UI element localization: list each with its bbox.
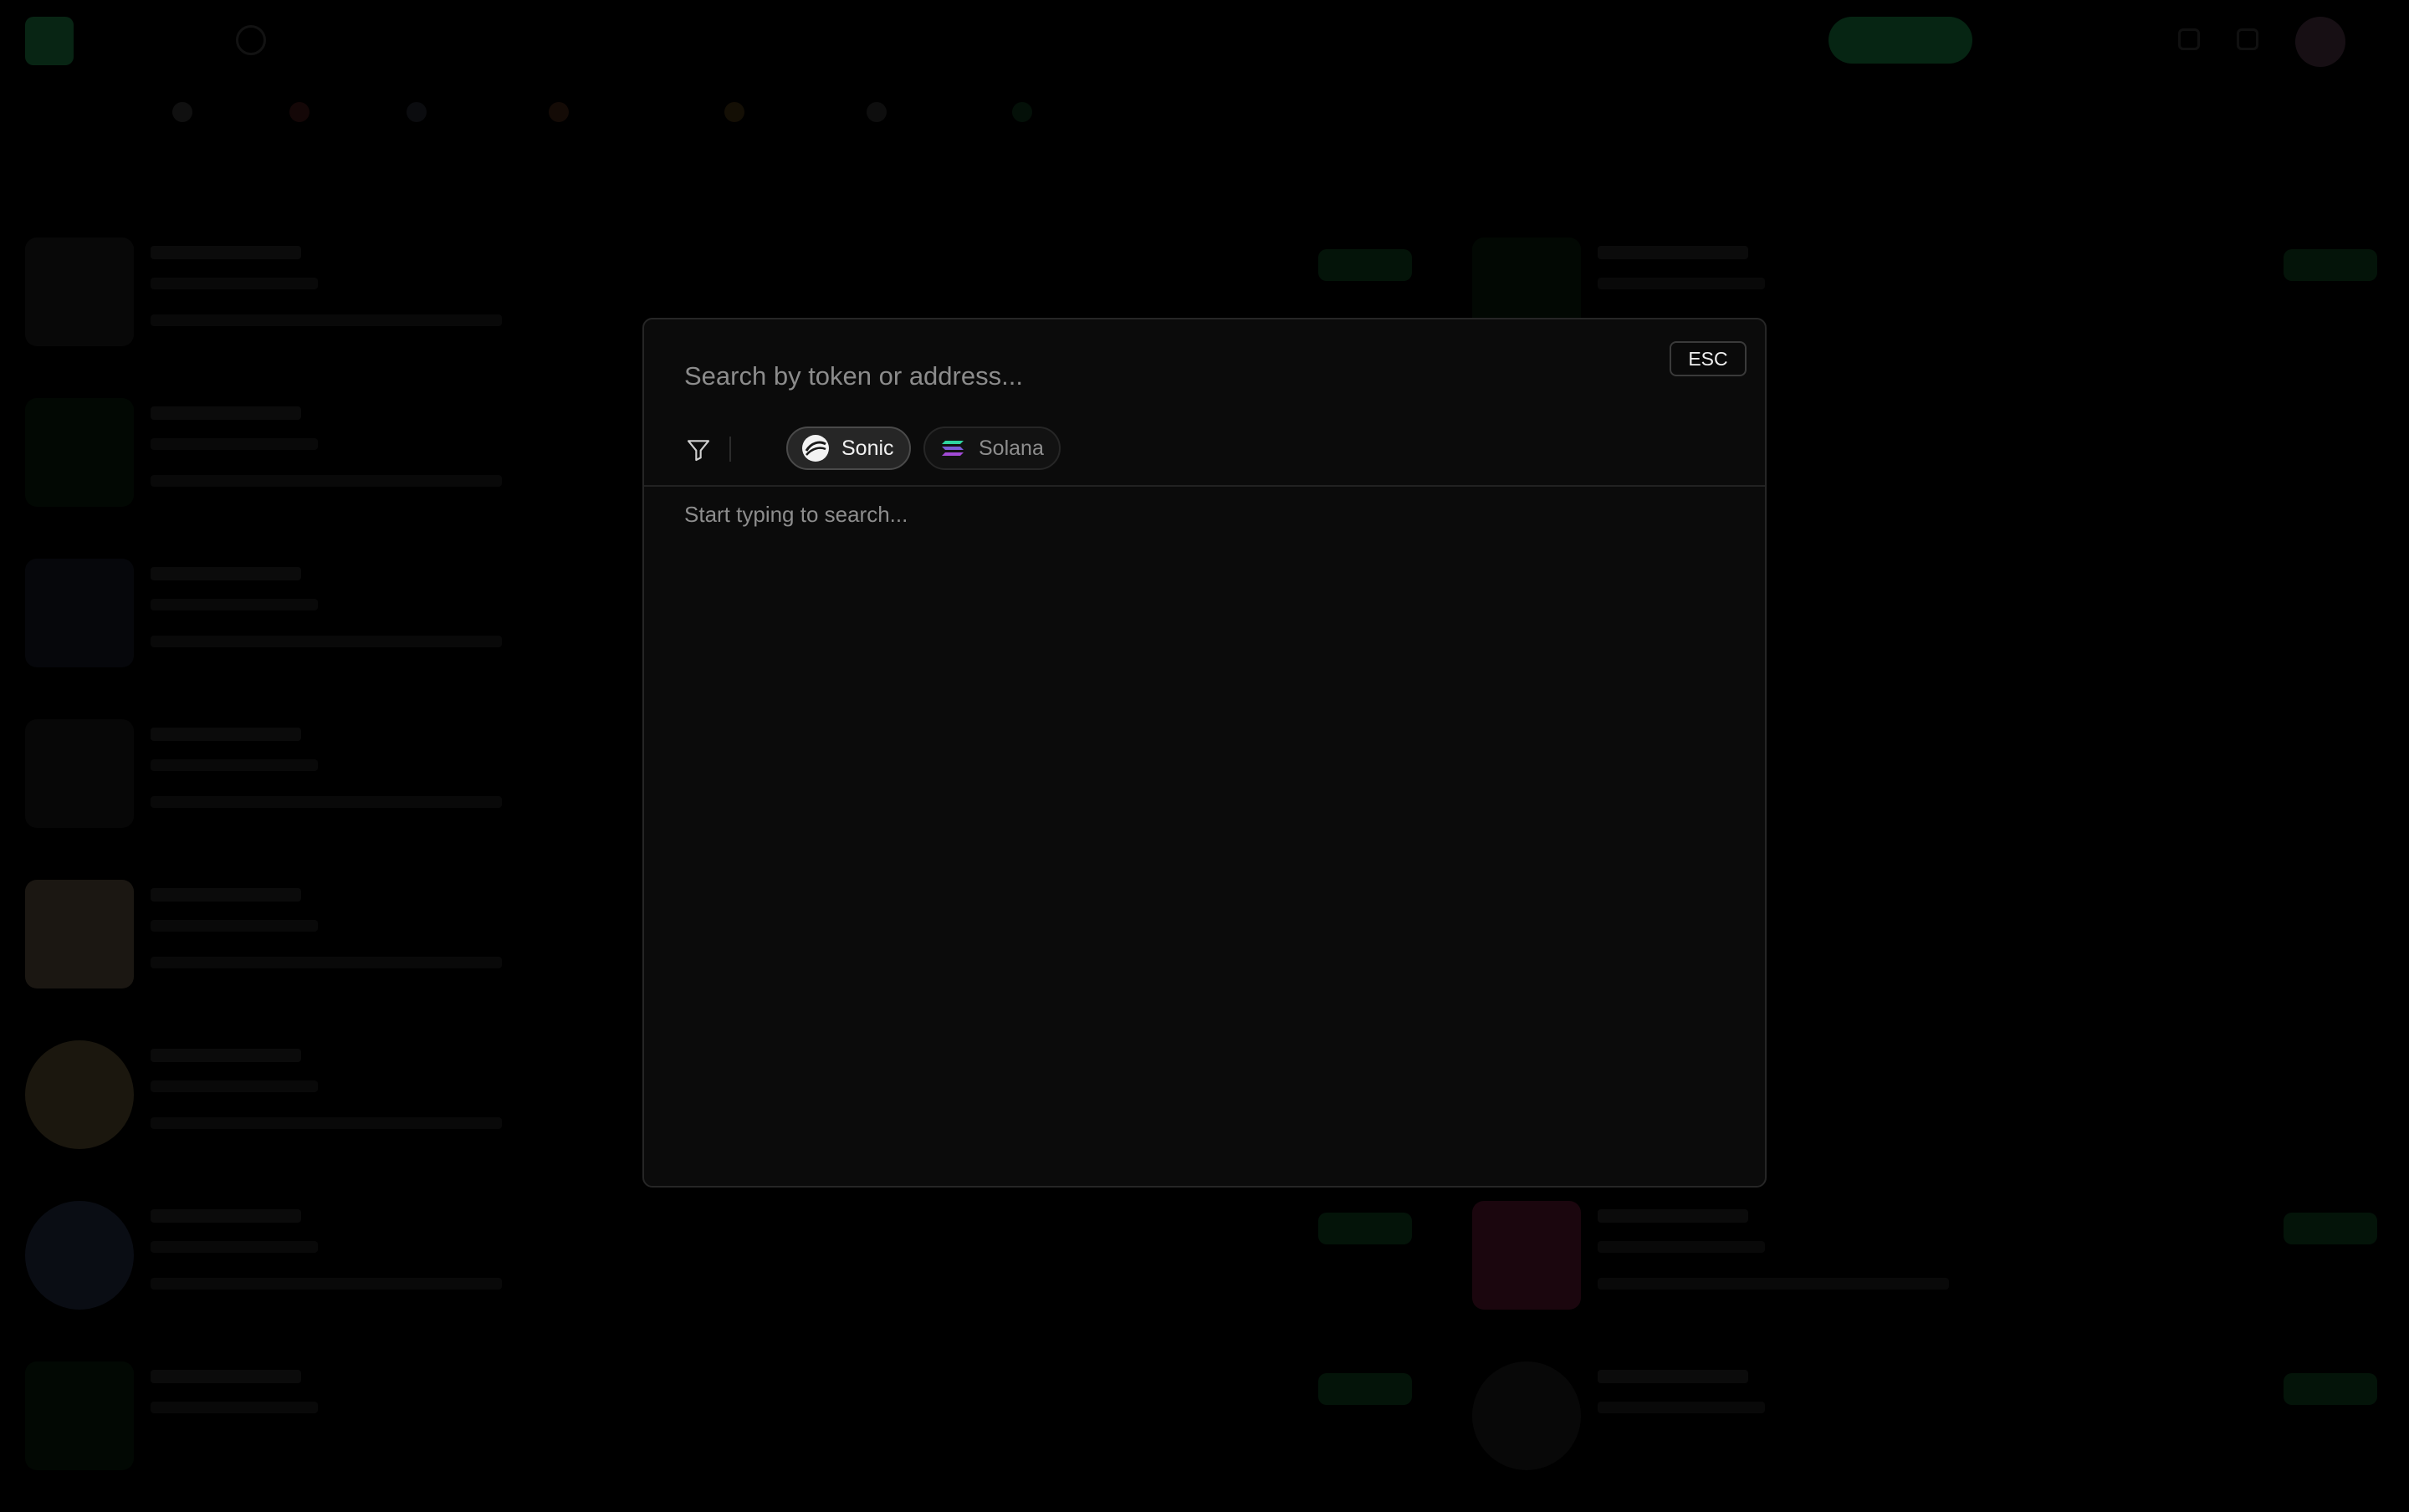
empty-state-hint: Start typing to search... (684, 502, 908, 527)
chain-chip-label: Sonic (841, 436, 894, 460)
chain-chip-sonic[interactable]: Sonic (786, 427, 911, 470)
sonic-icon (802, 435, 829, 462)
chain-chip-solana[interactable]: Solana (923, 427, 1061, 470)
chain-chip-label: Solana (979, 436, 1044, 460)
solana-icon (942, 441, 964, 456)
chain-filter-row: Sonic Solana (684, 427, 1688, 470)
search-modal: ESC Sonic Solana Start typing to search.… (642, 318, 1767, 1188)
filter-icon[interactable] (684, 437, 713, 463)
search-input[interactable] (684, 351, 1621, 401)
esc-button[interactable]: ESC (1670, 341, 1747, 376)
divider (644, 485, 1765, 487)
divider (729, 437, 731, 462)
